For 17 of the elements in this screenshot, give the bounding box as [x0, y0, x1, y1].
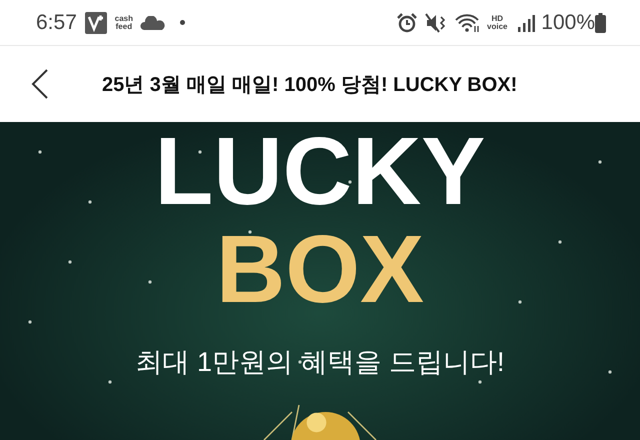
battery-icon	[595, 12, 606, 32]
page-title: 25년 3월 매일 매일! 100% 당첨! LUCKY BOX!	[102, 72, 518, 98]
banner-caption: 최대 1만원의 혜택을 드립니다!	[135, 346, 505, 379]
alarm-clock-icon	[397, 12, 418, 32]
signal-icon	[517, 14, 536, 32]
banner-headline: LUCKY	[154, 126, 486, 218]
battery-percent: 100%	[541, 10, 595, 34]
wifi-icon	[455, 12, 482, 32]
mute-vibrate-icon	[425, 12, 448, 32]
notification-dot-icon	[180, 20, 185, 25]
app-logo-icon	[84, 12, 107, 34]
clock-time: 6:57	[36, 10, 77, 34]
app-label: cash feed	[114, 14, 134, 30]
back-button[interactable]	[30, 68, 50, 100]
cloud-icon	[140, 16, 166, 30]
network-label: HD voice	[486, 14, 509, 30]
banner-subheadline: BOX	[216, 218, 424, 322]
